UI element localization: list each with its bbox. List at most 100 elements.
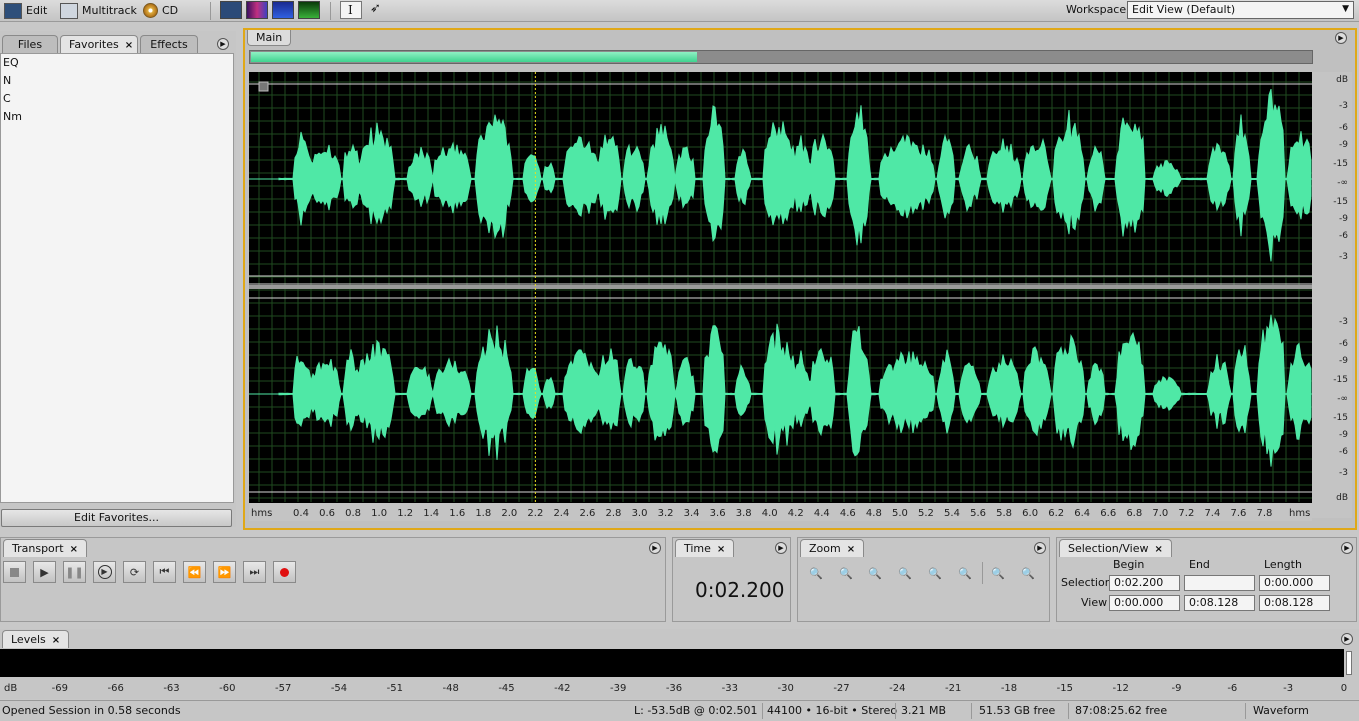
db-tick-label: -6 xyxy=(1339,123,1348,133)
hud-toggle-icon[interactable] xyxy=(258,81,269,92)
zoom-to-selection-button[interactable]: 🔍 xyxy=(894,563,916,583)
list-item[interactable]: Nm xyxy=(1,108,233,126)
waveform-canvas[interactable] xyxy=(249,72,1312,518)
marquee-tool-button[interactable]: ➶ xyxy=(366,1,388,19)
audio-format: 44100 • 16-bit • Stereo xyxy=(767,704,898,717)
view-length-field[interactable]: 0:08.128 xyxy=(1259,595,1330,611)
zoom-right-edge-button[interactable]: 🔍 xyxy=(954,563,976,583)
level-tick-label: -30 xyxy=(777,683,793,694)
selection-begin-field[interactable]: 0:02.200 xyxy=(1109,575,1180,591)
cd-view-button[interactable]: CD xyxy=(143,1,178,20)
zoom-in-horizontal-button[interactable]: 🔍 xyxy=(987,563,1009,583)
db-tick-label: -9 xyxy=(1339,356,1348,366)
view-begin-field[interactable]: 0:00.000 xyxy=(1109,595,1180,611)
overview-bar[interactable] xyxy=(249,50,1313,64)
rewind-button[interactable]: ⏪ xyxy=(183,561,206,583)
tab-favorites-label: Favorites xyxy=(69,38,119,51)
zoom-out-horizontal-button[interactable]: 🔍 xyxy=(1017,563,1039,583)
stop-button[interactable] xyxy=(3,561,26,583)
tab-favorites[interactable]: Favorites × xyxy=(60,35,138,53)
panel-menu-icon[interactable]: ▶ xyxy=(1341,542,1353,554)
selection-length-field[interactable]: 0:00.000 xyxy=(1259,575,1330,591)
tab-files-label: Files xyxy=(17,38,43,51)
loop-icon: ⟳ xyxy=(129,565,140,579)
list-item[interactable]: C xyxy=(1,90,233,108)
tab-files[interactable]: Files xyxy=(2,35,58,53)
tab-levels[interactable]: Levels × xyxy=(2,630,70,648)
ruler-tick-label: 4.2 xyxy=(788,508,804,519)
db-tick-label: -6 xyxy=(1339,339,1348,349)
record-button[interactable] xyxy=(273,561,296,583)
waveform-display[interactable] xyxy=(249,72,1312,518)
db-tick-label: -3 xyxy=(1339,101,1348,111)
ruler-tick-label: 6.8 xyxy=(1126,508,1142,519)
spectral-pan-button[interactable] xyxy=(272,1,294,19)
time-selection-tool-button[interactable]: I xyxy=(340,1,362,19)
zoom-out-full-button[interactable]: 🔍 xyxy=(864,563,886,583)
dropdown-arrow-icon: ▼ xyxy=(1342,4,1349,14)
multitrack-view-label: Multitrack xyxy=(82,4,137,17)
ibeam-icon: I xyxy=(348,3,353,17)
close-icon[interactable]: × xyxy=(717,544,725,555)
tab-zoom[interactable]: Zoom × xyxy=(800,539,865,557)
edit-view-button[interactable]: Edit xyxy=(4,1,47,20)
tab-main[interactable]: Main xyxy=(247,30,292,46)
go-to-end-button[interactable]: ⏭ xyxy=(243,561,266,583)
zoom-full-icon: 🔍 xyxy=(868,566,882,580)
db-tick-label: dB xyxy=(1336,493,1348,503)
panel-menu-icon[interactable]: ▶ xyxy=(1335,32,1347,44)
waveform-display-button[interactable] xyxy=(220,1,242,19)
play-button[interactable]: ▶ xyxy=(33,561,56,583)
db-scale[interactable]: dB -3 -6 -9 -15 -∞ -15 -9 -6 -3 -3 -6 -9 -15 -∞ -15 -9 -6… xyxy=(1312,72,1352,518)
tab-effects[interactable]: Effects xyxy=(140,35,198,53)
db-tick-label: -∞ xyxy=(1337,394,1348,404)
spectral-frequency-button[interactable] xyxy=(246,1,268,19)
view-mode: Waveform xyxy=(1253,704,1309,717)
toolbar-divider xyxy=(210,2,211,20)
tab-selection-view[interactable]: Selection/View × xyxy=(1059,539,1172,557)
view-end-field[interactable]: 0:08.128 xyxy=(1184,595,1255,611)
db-tick-label: -15 xyxy=(1333,413,1348,423)
multitrack-view-button[interactable]: Multitrack xyxy=(60,1,137,20)
close-icon[interactable]: × xyxy=(847,544,855,555)
panel-menu-icon[interactable]: ▶ xyxy=(217,38,229,50)
zoom-left-edge-button[interactable]: 🔍 xyxy=(924,563,946,583)
ruler-tick-label: 1.8 xyxy=(475,508,491,519)
panel-menu-icon[interactable]: ▶ xyxy=(1341,633,1353,645)
panel-menu-icon[interactable]: ▶ xyxy=(775,542,787,554)
db-tick-label: -9 xyxy=(1339,140,1348,150)
play-from-cursor-button[interactable]: ▶ xyxy=(93,561,116,583)
tab-time[interactable]: Time × xyxy=(675,539,735,557)
selection-end-field[interactable] xyxy=(1184,575,1255,591)
spectral-phase-button[interactable] xyxy=(298,1,320,19)
list-item[interactable]: EQ xyxy=(1,54,233,72)
status-divider xyxy=(762,703,763,719)
list-item[interactable]: N xyxy=(1,72,233,90)
close-icon[interactable]: × xyxy=(1155,544,1163,555)
tab-selection-view-label: Selection/View xyxy=(1068,542,1149,555)
panel-menu-icon[interactable]: ▶ xyxy=(1034,542,1046,554)
tab-transport[interactable]: Transport × xyxy=(3,539,88,557)
loop-button[interactable]: ⟳ xyxy=(123,561,146,583)
clip-indicator[interactable] xyxy=(1346,651,1352,675)
edit-favorites-button[interactable]: Edit Favorites... xyxy=(1,509,232,527)
overview-visible-range[interactable] xyxy=(251,52,698,62)
ruler-tick-label: 5.8 xyxy=(996,508,1012,519)
close-icon[interactable]: × xyxy=(125,40,133,51)
level-meter xyxy=(0,649,1352,677)
workspace-select[interactable]: Edit View (Default) ▼ xyxy=(1127,1,1354,19)
close-icon[interactable]: × xyxy=(70,544,78,555)
zoom-in-amplitude-button[interactable]: 🔍 xyxy=(805,563,827,583)
zoom-out-amplitude-button[interactable]: 🔍 xyxy=(835,563,857,583)
level-tick-label: -12 xyxy=(1112,683,1128,694)
time-ruler[interactable]: hms 0.4 0.6 0.8 1.0 1.2 1.4 1.6 1.8 2.0 2.2 2.4 2.6 2… xyxy=(249,503,1312,521)
go-to-start-button[interactable]: ⏮ xyxy=(153,561,176,583)
pause-button[interactable]: ❚❚ xyxy=(63,561,86,583)
rewind-icon: ⏪ xyxy=(187,565,202,579)
fast-forward-button[interactable]: ⏩ xyxy=(213,561,236,583)
ruler-tick-label: 6.2 xyxy=(1048,508,1064,519)
ruler-tick-label: 2.0 xyxy=(501,508,517,519)
close-icon[interactable]: × xyxy=(52,635,60,646)
panel-menu-icon[interactable]: ▶ xyxy=(649,542,661,554)
skip-forward-icon: ⏭ xyxy=(249,565,260,578)
